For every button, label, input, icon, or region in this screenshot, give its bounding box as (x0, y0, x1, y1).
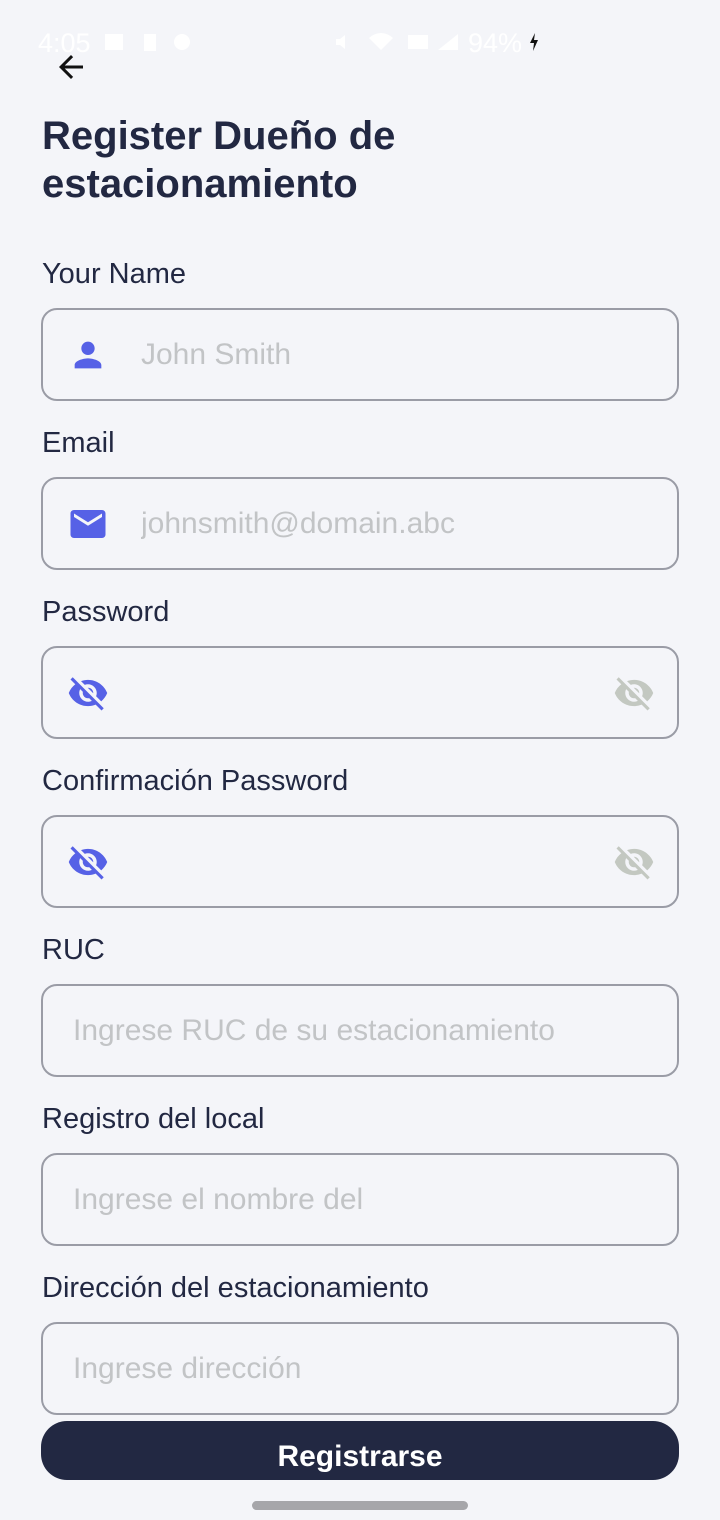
registro-input[interactable] (73, 1155, 663, 1244)
signal-icon (438, 34, 458, 50)
ruc-input[interactable] (73, 986, 663, 1075)
email-input[interactable] (141, 479, 661, 568)
gallery-icon (105, 34, 123, 50)
direccion-input[interactable] (73, 1324, 663, 1413)
ruc-field-container (41, 984, 679, 1077)
mail-icon (67, 507, 109, 541)
registro-field-container (41, 1153, 679, 1246)
charging-icon (530, 33, 538, 51)
person-icon (67, 338, 109, 372)
registration-screen: 4:05 94% Register Dueño de estacionamien… (0, 0, 720, 1520)
home-indicator (252, 1501, 468, 1510)
name-label: Your Name (42, 258, 187, 290)
registro-label: Registro del local (42, 1103, 265, 1135)
password-field-container (41, 646, 679, 739)
direccion-label: Dirección del estacionamiento (42, 1272, 429, 1304)
eye-off-icon (67, 676, 109, 711)
volte-icon (408, 35, 428, 49)
email-field-container (41, 477, 679, 570)
confirm-password-field-container (41, 815, 679, 908)
toggle-visibility-icon[interactable] (613, 676, 655, 711)
notification-icon (174, 34, 190, 50)
confirm-password-input[interactable] (141, 817, 581, 906)
email-label: Email (42, 427, 115, 459)
status-bar: 4:05 94% (0, 26, 720, 62)
confirm-password-label: Confirmación Password (42, 765, 349, 797)
arrow-left-icon (59, 55, 83, 79)
password-input[interactable] (141, 648, 581, 737)
wifi-icon (369, 33, 393, 50)
direccion-field-container (41, 1322, 679, 1415)
page-title: Register Dueño de estacionamiento (42, 114, 396, 206)
ruc-label: RUC (42, 934, 105, 966)
password-label: Password (42, 596, 170, 628)
name-field-container (41, 308, 679, 401)
mute-icon (336, 35, 345, 49)
eye-off-icon (67, 845, 109, 880)
name-input[interactable] (141, 310, 661, 399)
register-button[interactable]: Registrarse (41, 1421, 679, 1480)
back-button[interactable] (48, 44, 94, 90)
clipboard-icon (144, 34, 156, 51)
battery-level: 94% (468, 28, 523, 58)
toggle-visibility-icon[interactable] (613, 845, 655, 880)
